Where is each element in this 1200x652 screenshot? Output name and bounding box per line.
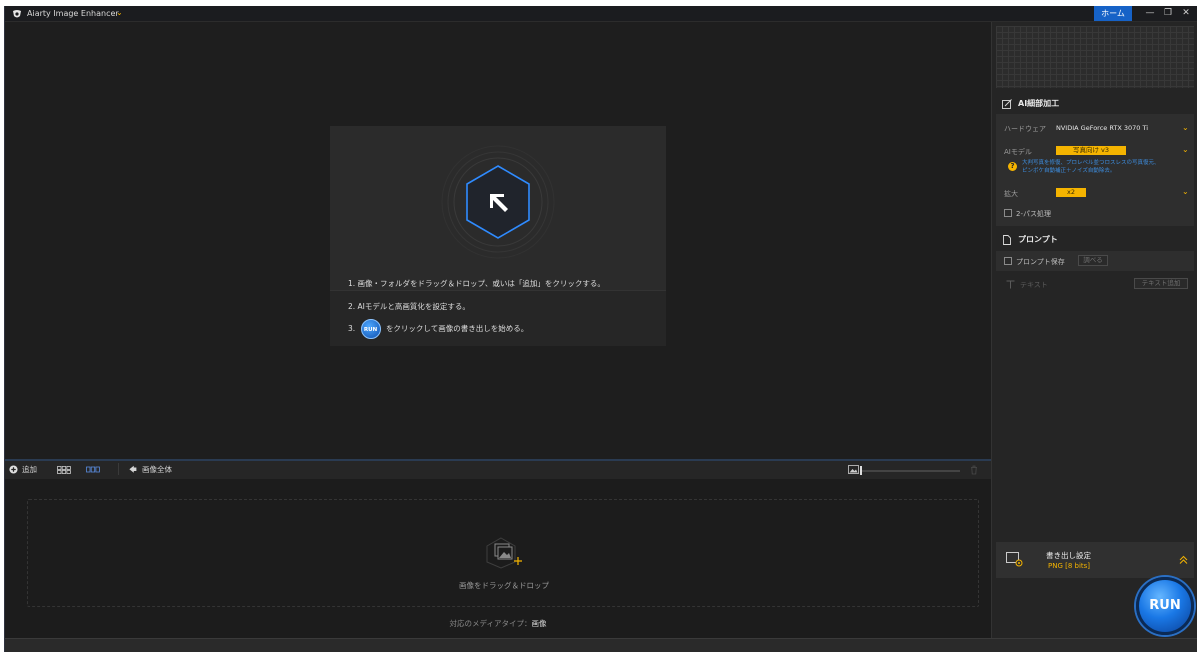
prompt-section-header: プロンプト (1002, 234, 1058, 245)
ai-settings-box: ハードウェア NVIDIA GeForce RTX 3070 Ti ⌄ AIモデ… (996, 114, 1194, 226)
prompt-save-checkbox[interactable] (1004, 257, 1012, 265)
back-arrow-icon[interactable]: 🡄 (129, 464, 137, 477)
run-mini-icon: RUN (360, 319, 381, 339)
thumbnail-size-slider[interactable] (860, 470, 960, 472)
model-note-line1: 大判写真を修復、プロレベル並つロスレスの写真復元、 (1022, 160, 1160, 166)
text-add-button[interactable]: テキスト追加 (1134, 278, 1188, 289)
minimize-button[interactable]: — (1140, 6, 1160, 21)
enhance-icon (1002, 98, 1012, 109)
model-chevron-icon[interactable]: ⌄ (1182, 145, 1189, 154)
export-title: 書き出し設定 (1046, 551, 1091, 560)
text-label: テキスト (1020, 281, 1048, 289)
app-title: Aiarty Image Enhancer (27, 9, 119, 18)
home-button[interactable]: ホーム (1094, 6, 1132, 21)
model-select[interactable]: 写真向け v3 (1056, 146, 1126, 155)
hardware-select[interactable]: NVIDIA GeForce RTX 3070 Ti (1056, 124, 1148, 132)
upload-hexagon-icon[interactable] (438, 142, 558, 262)
step-3-number: 3. (348, 324, 356, 333)
app-window: Aiarty Image Enhancer ⌄ ホーム — ❐ ✕ 1. 画像・… (4, 6, 1197, 652)
close-button[interactable]: ✕ (1176, 6, 1196, 21)
add-icon (9, 465, 18, 474)
whole-image-button[interactable]: 画像全体 (142, 464, 172, 475)
scale-select[interactable]: x2 (1056, 188, 1086, 197)
export-settings-icon (1006, 552, 1023, 567)
browse-button[interactable]: 調べる (1078, 255, 1108, 266)
drop-zone[interactable]: 画像をドラッグ＆ドロップ (27, 499, 979, 607)
step-2-text: 2. AIモデルと高画質化を設定する。 (348, 302, 470, 311)
two-pass-checkbox[interactable] (1004, 209, 1012, 217)
model-label: AIモデル (1004, 148, 1032, 156)
chevron-up-icon[interactable] (1179, 555, 1188, 564)
scale-chevron-icon[interactable]: ⌄ (1182, 187, 1189, 196)
ai-section-header: AI細部加工 (1002, 98, 1059, 109)
restore-button[interactable]: ❐ (1158, 6, 1178, 21)
prompt-section-title: プロンプト (1018, 235, 1058, 244)
bottom-bar (5, 638, 1197, 652)
step-3-suffix: をクリックして画像の書き出しを始める。 (385, 324, 529, 333)
add-image-icon (486, 537, 522, 569)
step-3-text: 3. RUN をクリックして画像の書き出しを始める。 (348, 319, 528, 339)
media-type-value: 画像 (531, 619, 547, 628)
ai-section-title: AI細部加工 (1018, 99, 1060, 108)
prompt-save-label: プロンプト保存 (1016, 258, 1065, 266)
settings-panel: AI細部加工 ハードウェア NVIDIA GeForce RTX 3070 Ti… (991, 22, 1197, 638)
two-pass-label: 2-パス処理 (1016, 210, 1051, 218)
navigator-preview (996, 26, 1194, 88)
export-format: PNG [8 bits] (1048, 562, 1091, 570)
image-list-toolbar: 追加 🡄 画像全体 (5, 459, 991, 479)
grid-view-icon[interactable] (57, 466, 71, 474)
slider-handle[interactable] (860, 466, 862, 475)
image-size-icon (848, 465, 859, 474)
trash-icon[interactable] (970, 465, 978, 475)
model-description: 大判写真を修復、プロレベル並つロスレスの写真復元、 ピンボケ自動補正＋ノイズ自動… (996, 159, 1194, 177)
export-settings[interactable]: 書き出し設定 PNG [8 bits] (996, 542, 1194, 578)
media-type-label: 対応のメディアタイプ： (449, 619, 532, 628)
step-1-text: 1. 画像・フォルダをドラッグ＆ドロップ、或いは「追加」をクリックする。 (348, 279, 605, 288)
add-button[interactable]: 追加 (22, 464, 37, 475)
drop-label: 画像をドラッグ＆ドロップ (459, 581, 549, 590)
run-button[interactable]: RUN (1136, 577, 1194, 635)
document-icon (1003, 234, 1011, 245)
hardware-chevron-icon[interactable]: ⌄ (1182, 123, 1189, 132)
app-logo-icon (13, 10, 21, 18)
text-icon (1006, 280, 1015, 289)
preview-workspace: 1. 画像・フォルダをドラッグ＆ドロップ、或いは「追加」をクリックする。 2. … (5, 22, 991, 459)
hardware-label: ハードウェア (1004, 125, 1046, 133)
model-note-line2: ピンボケ自動補正＋ノイズ自動除去。 (1022, 168, 1116, 174)
toolbar-divider (118, 463, 119, 475)
prompt-box: プロンプト保存 調べる (996, 251, 1194, 271)
app-menu-chevron-icon[interactable]: ⌄ (116, 8, 123, 17)
welcome-card: 1. 画像・フォルダをドラッグ＆ドロップ、或いは「追加」をクリックする。 2. … (330, 126, 666, 346)
media-type-info: 対応のメディアタイプ：画像 (5, 618, 991, 629)
welcome-steps-panel: 2. AIモデルと高画質化を設定する。 3. RUN をクリックして画像の書き出… (330, 290, 666, 346)
list-view-icon[interactable] (86, 466, 100, 474)
title-bar: Aiarty Image Enhancer ⌄ ホーム — ❐ ✕ (5, 6, 1197, 22)
scale-label: 拡大 (1004, 190, 1018, 198)
